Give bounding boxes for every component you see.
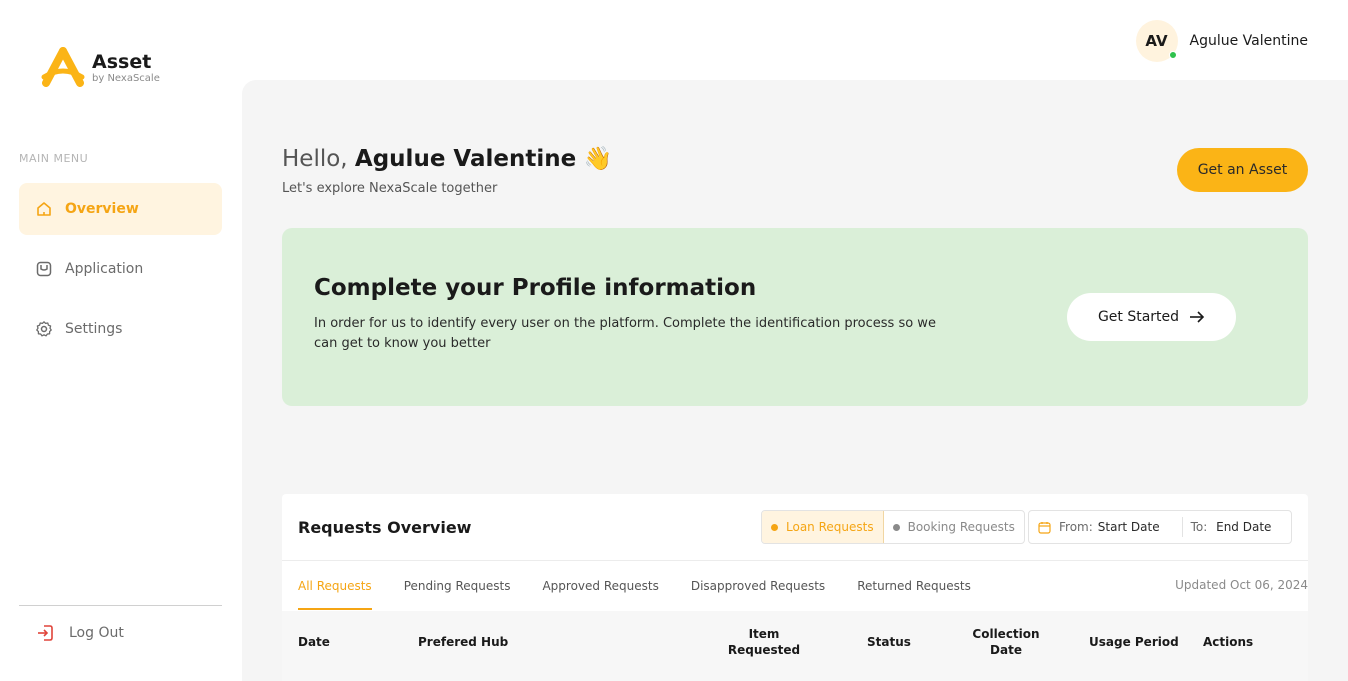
- column-header-item: Item Requested: [727, 627, 801, 657]
- logout-button[interactable]: Log Out: [19, 612, 124, 654]
- sidebar-item-label: Application: [65, 261, 144, 277]
- updated-timestamp: Updated Oct 06, 2024: [1175, 578, 1308, 592]
- banner-title: Complete your Profile information: [314, 275, 757, 301]
- start-date-value: Start Date: [1097, 520, 1160, 534]
- column-header-collection-date: Collection Date: [972, 627, 1040, 657]
- end-date-value: End Date: [1216, 520, 1272, 534]
- home-icon: [34, 200, 53, 219]
- wave-icon: 👋: [583, 146, 613, 172]
- greeting-name: Agulue Valentine: [354, 146, 577, 172]
- end-date-field[interactable]: To: End Date: [1191, 520, 1272, 534]
- column-header-status: Status: [867, 635, 911, 649]
- column-header-hub: Prefered Hub: [418, 635, 509, 649]
- tab-disapproved-requests[interactable]: Disapproved Requests: [691, 561, 825, 610]
- calendar-icon: [1038, 521, 1051, 534]
- get-started-label: Get Started: [1097, 309, 1180, 325]
- sidebar-item-settings[interactable]: Settings: [19, 303, 222, 355]
- request-status-tabs: All Requests Pending Requests Approved R…: [298, 561, 1003, 610]
- toggle-label: Loan Requests: [786, 520, 874, 534]
- app-root: Asset by NexaScale MAIN MENU Overview Ap…: [0, 0, 1348, 681]
- date-separator: [1181, 517, 1183, 537]
- sidebar: Asset by NexaScale MAIN MENU Overview Ap…: [0, 0, 242, 681]
- start-date-field[interactable]: From: Start Date: [1059, 520, 1160, 534]
- greeting-subtitle: Let's explore NexaScale together: [282, 181, 498, 196]
- banner-text: In order for us to identify every user o…: [314, 316, 936, 351]
- booking-requests-toggle[interactable]: Booking Requests: [884, 511, 1024, 543]
- main-menu-heading: MAIN MENU: [19, 152, 89, 165]
- tab-returned-requests[interactable]: Returned Requests: [857, 561, 971, 610]
- requests-overview-card: Requests Overview Loan Requests Booking …: [282, 494, 1308, 681]
- sidebar-item-label: Settings: [65, 321, 123, 337]
- avatar: AV: [1135, 20, 1178, 62]
- tab-approved-requests[interactable]: Approved Requests: [542, 561, 658, 610]
- greeting: Hello, Agulue Valentine 👋: [282, 145, 612, 172]
- get-started-button[interactable]: Get Started: [1067, 293, 1236, 341]
- requests-title: Requests Overview: [298, 518, 472, 537]
- arrow-right-icon: [1189, 310, 1205, 324]
- brand-logo[interactable]: Asset by NexaScale: [40, 47, 160, 89]
- user-menu[interactable]: AV Agulue Valentine: [1135, 20, 1308, 62]
- asset-logo-icon: [40, 47, 86, 89]
- application-icon: [34, 260, 53, 279]
- avatar-initials: AV: [1145, 32, 1168, 50]
- brand-tagline: by NexaScale: [92, 73, 160, 84]
- sidebar-divider: [19, 605, 222, 606]
- greeting-hello: Hello,: [282, 146, 348, 172]
- user-name: Agulue Valentine: [1189, 33, 1308, 49]
- to-label: To:: [1190, 520, 1208, 534]
- logout-icon: [34, 623, 55, 644]
- sidebar-item-application[interactable]: Application: [19, 243, 222, 295]
- column-header-usage-period: Usage Period: [1089, 635, 1179, 649]
- column-header-actions: Actions: [1203, 635, 1254, 649]
- gear-icon: [34, 320, 53, 339]
- logout-label: Log Out: [69, 625, 124, 641]
- brand-text: Asset by NexaScale: [92, 51, 160, 85]
- column-header-date: Date: [298, 635, 330, 649]
- online-status-dot: [1168, 51, 1177, 59]
- requests-table-header: Date Prefered Hub Item Requested Status …: [282, 611, 1308, 681]
- brand-name: Asset: [92, 51, 152, 73]
- loan-dot-icon: [771, 523, 778, 531]
- date-range-picker: From: Start Date To: End Date: [1028, 510, 1292, 544]
- tab-pending-requests[interactable]: Pending Requests: [404, 561, 511, 610]
- tab-all-requests[interactable]: All Requests: [298, 561, 372, 610]
- get-an-asset-button[interactable]: Get an Asset: [1177, 148, 1308, 192]
- sidebar-item-label: Overview: [65, 201, 139, 217]
- loan-requests-toggle[interactable]: Loan Requests: [762, 511, 884, 543]
- from-label: From:: [1059, 520, 1093, 534]
- request-type-toggle: Loan Requests Booking Requests: [761, 510, 1025, 544]
- toggle-label: Booking Requests: [907, 520, 1015, 534]
- sidebar-item-overview[interactable]: Overview: [19, 183, 222, 235]
- main-content: Hello, Agulue Valentine 👋 Let's explore …: [242, 80, 1348, 681]
- booking-dot-icon: [892, 523, 900, 531]
- profile-banner: Complete your Profile information In ord…: [282, 228, 1308, 406]
